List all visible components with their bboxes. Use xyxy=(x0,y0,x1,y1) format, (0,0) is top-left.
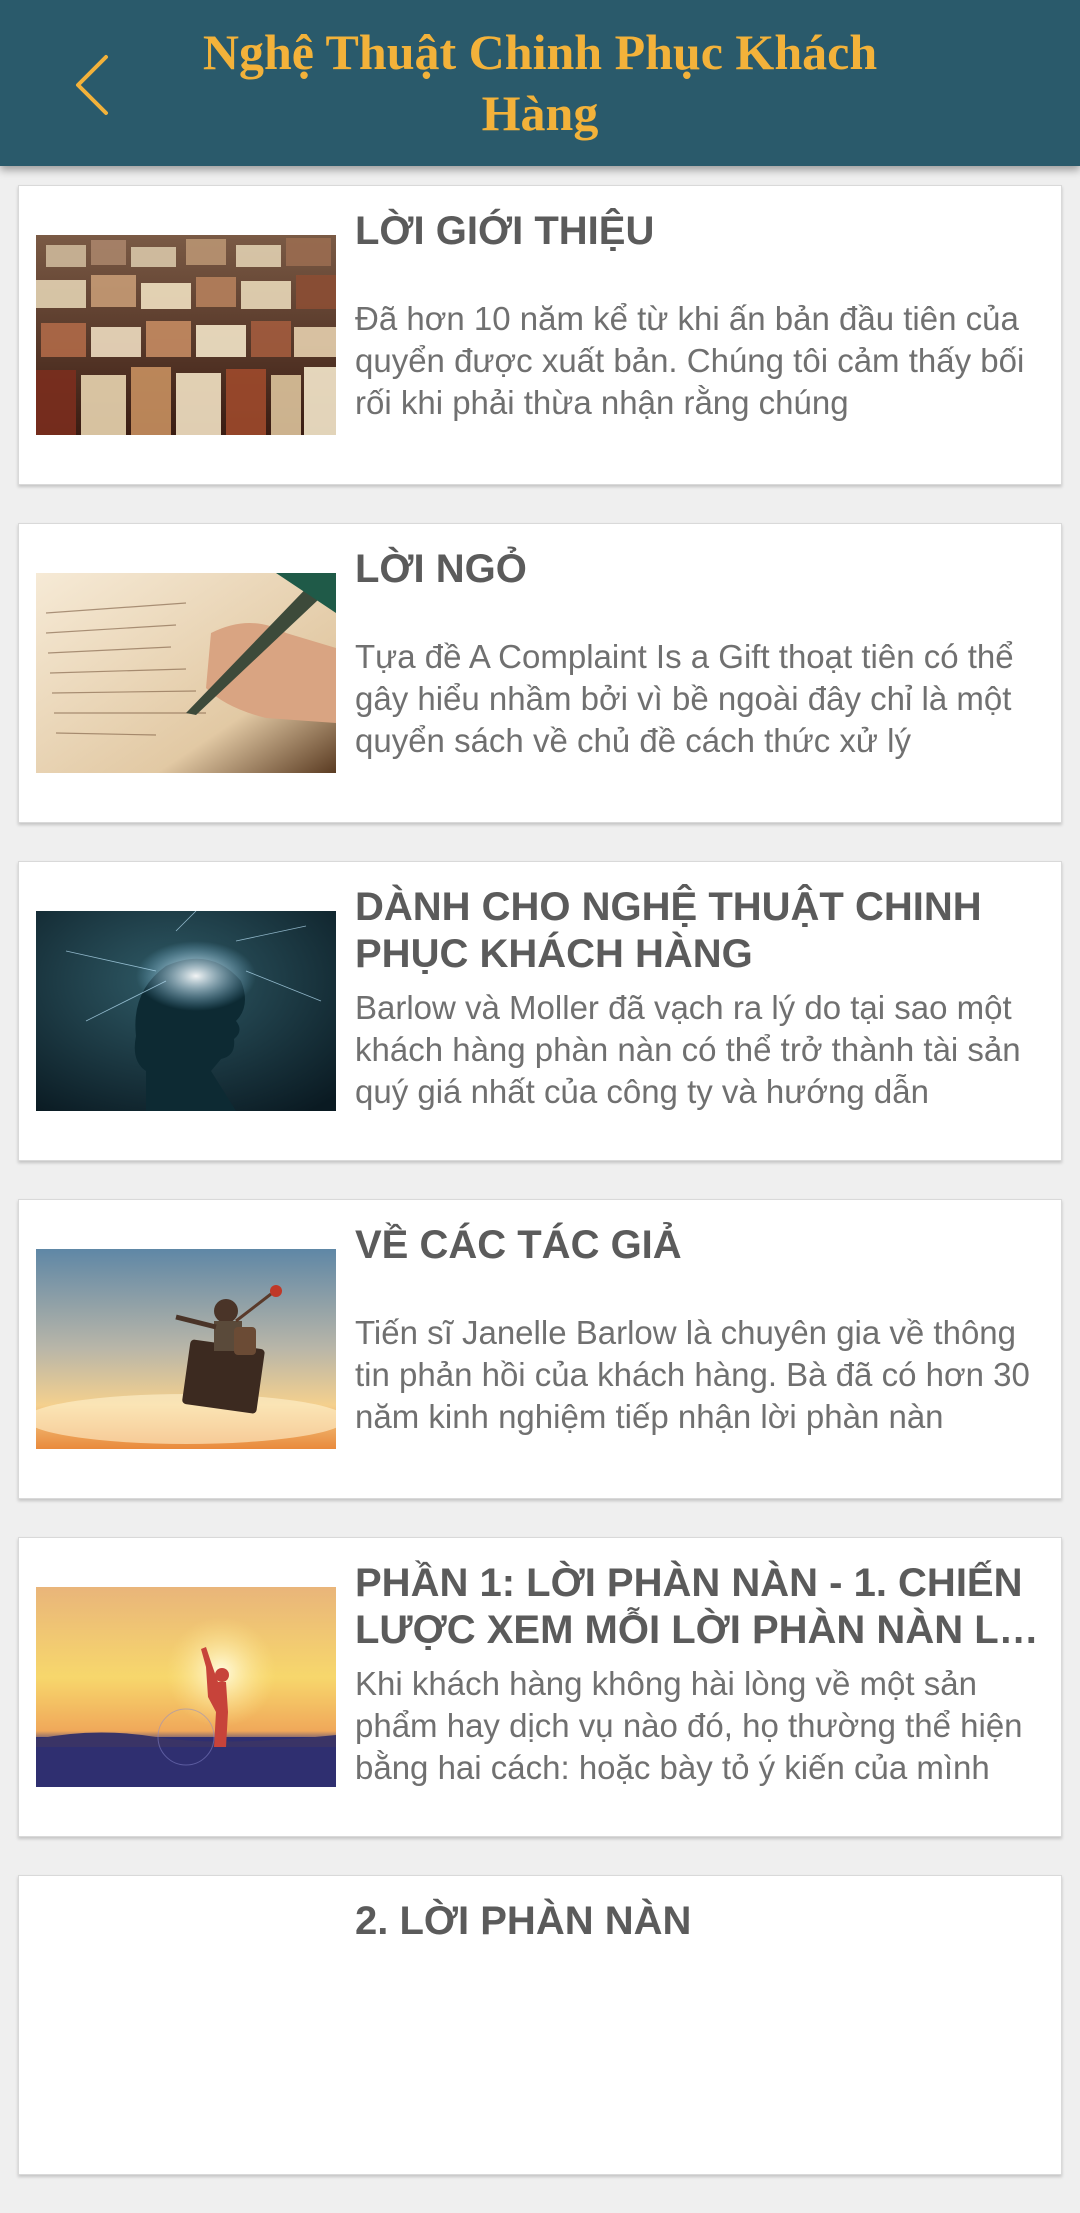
chapter-excerpt: Đã hơn 10 năm kể từ khi ấn bản đầu tiên … xyxy=(355,300,1025,421)
chapter-card[interactable]: 2. LỜI PHÀN NÀN xyxy=(18,1875,1062,2175)
stacked-books-image xyxy=(36,235,336,435)
chapter-list: LỜI GIỚI THIỆU Đã hơn 10 năm kể từ khi ấ… xyxy=(18,185,1062,2213)
chapter-excerpt: Tiến sĩ Janelle Barlow là chuyên gia về … xyxy=(355,1314,1030,1435)
chevron-left-icon xyxy=(76,55,108,115)
chapter-card[interactable]: LỜI NGỎ Tựa đề A Complaint Is a Gift tho… xyxy=(18,523,1062,823)
flying-suitcase-boy-image xyxy=(36,1249,336,1449)
chapter-title: LỜI GIỚI THIỆU xyxy=(355,209,655,253)
chapter-card[interactable]: LỜI GIỚI THIỆU Đã hơn 10 năm kể từ khi ấ… xyxy=(18,185,1062,485)
quill-writing-image xyxy=(36,573,336,773)
sunset-silhouette-image xyxy=(36,1587,336,1787)
chapter-text: DÀNH CHO NGHỆ THUẬT CHINH PHỤC KHÁCH HÀN… xyxy=(355,884,1039,1113)
chapter-text: PHẦN 1: LỜI PHÀN NÀN - 1. CHIẾN LƯỢC XEM… xyxy=(355,1560,1039,1789)
chapter-excerpt: Khi khách hàng không hài lòng về một sản… xyxy=(355,1665,1023,1786)
chapter-card[interactable]: DÀNH CHO NGHỆ THUẬT CHINH PHỤC KHÁCH HÀN… xyxy=(18,861,1062,1161)
chapter-card[interactable]: VỀ CÁC TÁC GIẢ Tiến sĩ Janelle Barlow là… xyxy=(18,1199,1062,1499)
glowing-mind-image xyxy=(36,911,336,1111)
chapter-title: LỜI NGỎ xyxy=(355,547,527,591)
chapter-title: DÀNH CHO NGHỆ THUẬT CHINH PHỤC KHÁCH HÀN… xyxy=(355,885,982,976)
chapter-title: PHẦN 1: LỜI PHÀN NÀN - 1. CHIẾN LƯỢC XEM… xyxy=(355,1561,1028,1652)
chapter-text: LỜI GIỚI THIỆU Đã hơn 10 năm kể từ khi ấ… xyxy=(355,208,1039,424)
chapter-text: VỀ CÁC TÁC GIẢ Tiến sĩ Janelle Barlow là… xyxy=(355,1222,1039,1438)
chapter-text: LỜI NGỎ Tựa đề A Complaint Is a Gift tho… xyxy=(355,546,1039,762)
chapter-title: 2. LỜI PHÀN NÀN xyxy=(355,1899,692,1943)
chapter-excerpt: Barlow và Moller đã vạch ra lý do tại sa… xyxy=(355,989,1021,1110)
back-button[interactable] xyxy=(52,40,132,130)
page-title: Nghệ Thuật Chinh Phục Khách Hàng xyxy=(202,24,878,141)
chapter-title: VỀ CÁC TÁC GIẢ xyxy=(355,1223,682,1267)
chapter-excerpt: Tựa đề A Complaint Is a Gift thoạt tiên … xyxy=(355,638,1014,759)
chapter-text: 2. LỜI PHÀN NÀN xyxy=(355,1898,1039,1988)
chapter-card[interactable]: PHẦN 1: LỜI PHÀN NÀN - 1. CHIẾN LƯỢC XEM… xyxy=(18,1537,1062,1837)
app-bar: Nghệ Thuật Chinh Phục Khách Hàng xyxy=(0,0,1080,166)
